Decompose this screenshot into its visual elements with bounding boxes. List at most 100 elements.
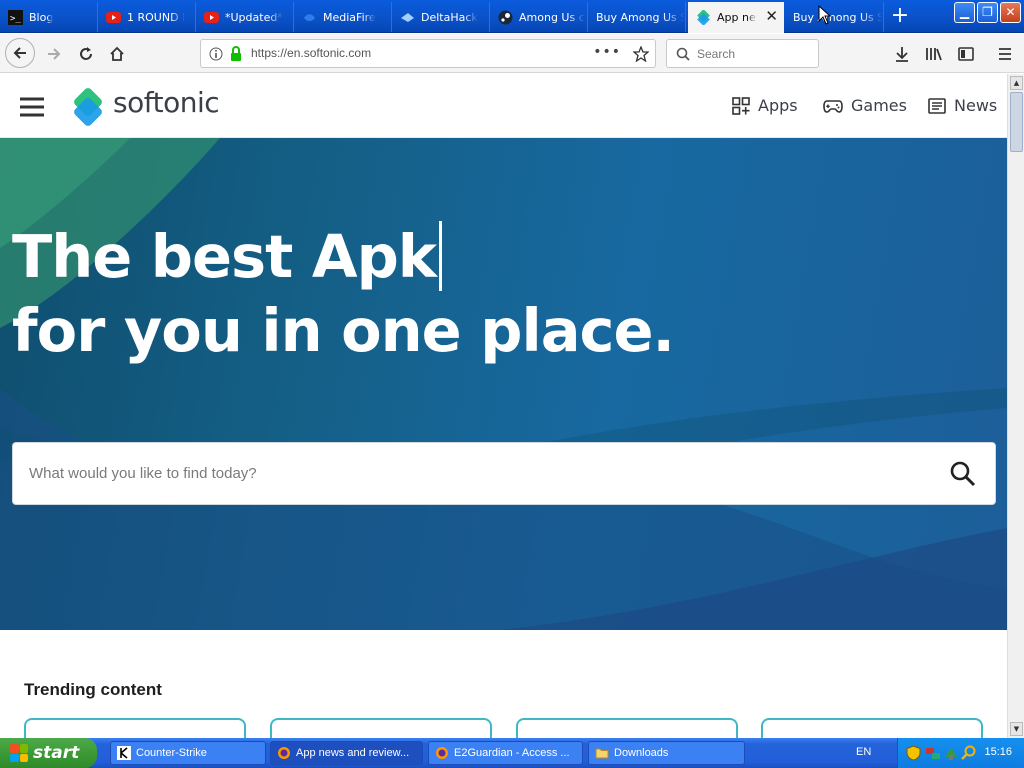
system-tray: 15:16 [897, 738, 1024, 768]
youtube-favicon-icon [106, 10, 121, 25]
page-scrollbar[interactable]: ▲ ▼ [1007, 74, 1024, 738]
minimize-button[interactable]: ▁ [954, 2, 975, 23]
trending-content-heading: Trending content [24, 680, 162, 699]
scrollbar-thumb[interactable] [1010, 92, 1023, 152]
restore-button[interactable]: ❐ [977, 2, 998, 23]
youtube-favicon-icon [204, 10, 219, 25]
search-icon[interactable] [949, 460, 977, 488]
softonic-favicon-icon [696, 10, 711, 25]
trending-card[interactable] [516, 718, 738, 738]
library-button[interactable] [920, 40, 948, 68]
nav-games-label: Games [851, 96, 907, 115]
trending-card[interactable] [761, 718, 983, 738]
trending-card[interactable] [270, 718, 492, 738]
hamburger-menu-icon[interactable] [19, 97, 45, 117]
search-tray-icon[interactable] [961, 745, 977, 761]
os-taskbar: start Counter-Strike App news and review… [0, 738, 1024, 768]
hero-banner: The best Apk for you in one place. What … [0, 138, 1007, 630]
softonic-logo-icon[interactable] [71, 85, 107, 127]
gamepad-icon [823, 99, 843, 113]
reload-icon [80, 47, 92, 60]
tab-title: Among Us c [519, 10, 585, 24]
sidebar-button[interactable] [952, 40, 980, 68]
taskbar-item-label: Counter-Strike [136, 747, 207, 759]
start-label: start [33, 743, 80, 763]
library-icon [926, 48, 942, 61]
downloads-button[interactable] [888, 40, 916, 68]
taskbar-item-label: E2Guardian - Access ... [454, 747, 570, 759]
system-clock[interactable]: 15:16 [984, 746, 1012, 758]
windows-flag-icon [10, 744, 28, 762]
language-indicator[interactable]: EN [856, 746, 871, 758]
trending-card[interactable] [24, 718, 246, 738]
home-icon [110, 46, 124, 61]
tab-title: Blog [29, 10, 54, 24]
tab-title: *Updated* [225, 10, 283, 24]
network-icon[interactable] [925, 745, 941, 761]
apps-grid-icon [732, 96, 750, 115]
firefox-icon [278, 747, 290, 759]
terminal-favicon-icon: >_ [8, 9, 23, 25]
page-actions-icon[interactable]: ••• [593, 44, 621, 60]
site-logo-text[interactable]: softonic [113, 86, 220, 119]
svg-text:>_: >_ [10, 14, 21, 24]
reload-button[interactable] [72, 40, 100, 68]
home-button[interactable] [103, 40, 131, 68]
bookmark-star-icon[interactable] [633, 46, 649, 62]
tab-title: Buy Among Us S [596, 10, 685, 24]
hamburger-menu-icon [999, 48, 1011, 60]
info-icon[interactable] [209, 47, 223, 61]
tab-deltahack[interactable]: DeltaHack [392, 2, 490, 32]
tab-title: DeltaHack [421, 10, 478, 24]
close-window-button[interactable]: ✕ [1000, 2, 1021, 23]
taskbar-item-counter-strike[interactable]: Counter-Strike [110, 741, 266, 765]
tab-among-us-steam[interactable]: Among Us c [490, 2, 588, 32]
back-button[interactable] [5, 38, 35, 68]
web-page: softonic Apps Games News The best Apk fo… [0, 74, 1007, 738]
nav-games-link[interactable]: Games [823, 96, 907, 115]
nav-apps-label: Apps [758, 96, 798, 115]
text-caret [439, 221, 443, 291]
browser-search-field[interactable]: Search [666, 39, 819, 68]
tab-title: App new [717, 11, 757, 24]
browser-tab-strip: >_ Blog 1 ROUND I *Updated* MediaFire De… [0, 0, 1024, 33]
taskbar-item-e2guardian[interactable]: E2Guardian - Access ... [428, 741, 583, 765]
forward-button[interactable] [40, 40, 68, 68]
tab-title: 1 ROUND I [127, 10, 186, 24]
close-tab-icon[interactable]: ✕ [765, 9, 778, 24]
tab-round[interactable]: 1 ROUND I [98, 2, 196, 32]
taskbar-item-downloads[interactable]: Downloads [588, 741, 745, 765]
tab-title: MediaFire [323, 10, 376, 24]
lock-icon [231, 46, 241, 61]
news-icon [928, 97, 946, 114]
tab-buy-among-us[interactable]: Buy Among Us S [588, 2, 686, 32]
mouse-cursor-icon [818, 5, 832, 25]
tab-buy-among-us-2[interactable]: Buy Among Us S [786, 2, 884, 32]
start-button[interactable]: start [0, 738, 97, 768]
nav-news-link[interactable]: News [928, 96, 997, 115]
tab-blog[interactable]: >_ Blog [0, 2, 98, 32]
tab-mediafire[interactable]: MediaFire [294, 2, 392, 32]
scroll-down-arrow-icon[interactable]: ▼ [1010, 722, 1023, 736]
search-icon [676, 47, 690, 61]
steam-favicon-icon [498, 10, 513, 25]
tab-updated[interactable]: *Updated* [196, 2, 294, 32]
safely-remove-hardware-icon[interactable] [943, 745, 959, 761]
url-bar[interactable]: https://en.softonic.com ••• [200, 39, 656, 68]
hero-search-field[interactable]: What would you like to find today? [12, 442, 996, 505]
download-icon [896, 47, 908, 62]
taskbar-item-label: App news and review... [296, 747, 410, 759]
back-arrow-icon [13, 47, 26, 59]
tab-softonic-active[interactable]: App new ✕ [688, 2, 784, 33]
firefox-icon [436, 747, 448, 759]
url-text[interactable]: https://en.softonic.com [251, 46, 371, 60]
site-header: softonic Apps Games News [0, 74, 1007, 138]
new-tab-button[interactable]: + [888, 5, 912, 29]
shield-icon[interactable] [906, 745, 921, 761]
nav-apps-link[interactable]: Apps [732, 96, 798, 115]
taskbar-item-app-news[interactable]: App news and review... [270, 741, 423, 765]
scroll-up-arrow-icon[interactable]: ▲ [1010, 76, 1023, 90]
counter-strike-icon [117, 746, 131, 760]
menu-button[interactable] [991, 40, 1019, 68]
sidebar-icon [958, 47, 974, 61]
